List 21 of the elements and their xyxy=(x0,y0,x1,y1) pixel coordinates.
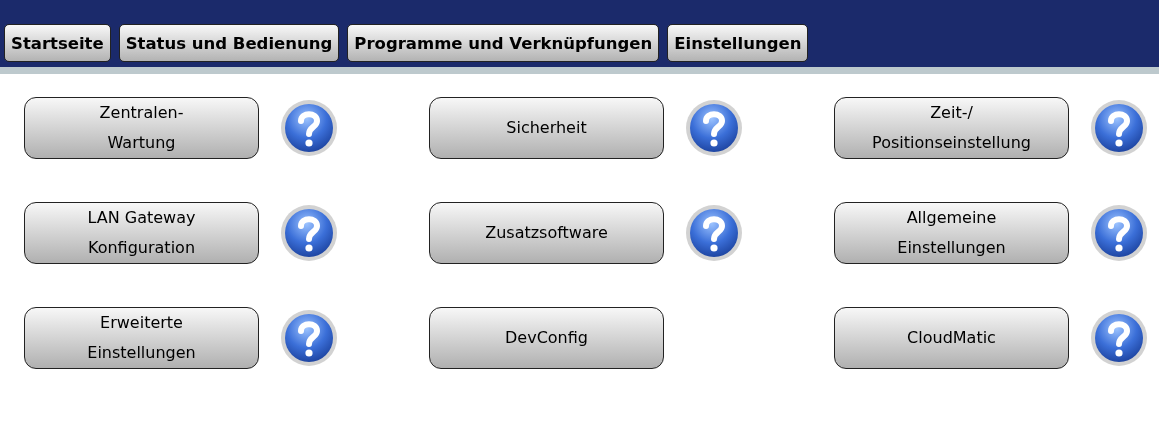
help-icon[interactable] xyxy=(685,204,743,262)
nav-button[interactable]: Startseite xyxy=(4,24,111,62)
nav-button[interactable]: Status und Bedienung xyxy=(118,24,340,62)
help-icon[interactable] xyxy=(280,309,338,367)
settings-button[interactable]: Zeit-/ Positionseinstellung xyxy=(834,97,1069,159)
help-icon[interactable] xyxy=(280,99,338,157)
help-icon[interactable] xyxy=(280,204,338,262)
settings-button[interactable]: DevConfig xyxy=(429,307,664,369)
settings-button[interactable]: Allgemeine Einstellungen xyxy=(834,202,1069,264)
settings-button[interactable]: Sicherheit xyxy=(429,97,664,159)
help-icon[interactable] xyxy=(685,99,743,157)
settings-button[interactable]: Zentralen- Wartung xyxy=(24,97,259,159)
settings-button[interactable]: LAN Gateway Konfiguration xyxy=(24,202,259,264)
settings-button[interactable]: Zusatzsoftware xyxy=(429,202,664,264)
help-icon[interactable] xyxy=(1090,99,1148,157)
settings-button[interactable]: CloudMatic xyxy=(834,307,1069,369)
nav-button[interactable]: Einstellungen xyxy=(667,24,809,62)
settings-button[interactable]: Erweiterte Einstellungen xyxy=(24,307,259,369)
nav-button[interactable]: Programme und Verknüpfungen xyxy=(347,24,660,62)
help-icon[interactable] xyxy=(1090,204,1148,262)
help-icon[interactable] xyxy=(1090,309,1148,367)
